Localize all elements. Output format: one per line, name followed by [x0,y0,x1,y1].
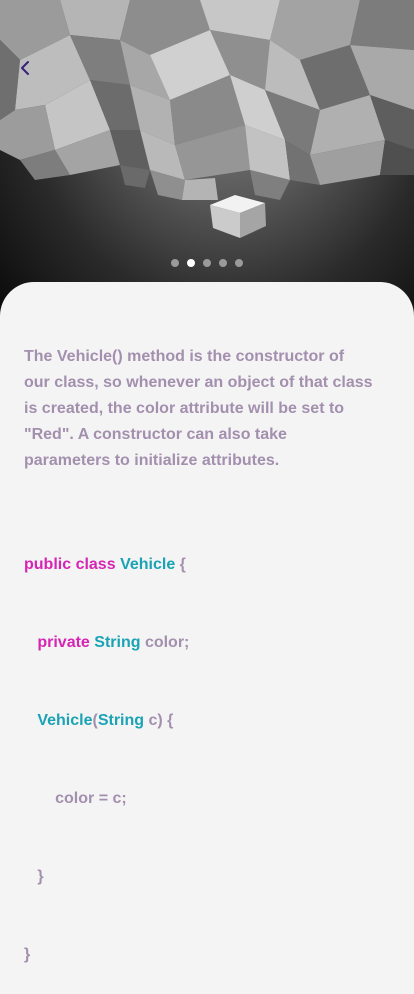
header-image [0,0,414,330]
back-button[interactable] [12,54,38,82]
code-snippet: public class Vehicle { private String co… [24,500,189,994]
carousel-dot-active[interactable] [187,259,195,267]
lesson-description: The Vehicle() method is the constructor … [24,348,373,469]
code-type: String [97,712,145,729]
carousel-dot[interactable] [219,259,227,267]
code-text: color = c; [55,790,127,807]
code-line: color = c; [24,786,189,812]
code-keyword: class [75,556,116,573]
code-line: } [24,942,189,968]
code-line: private String color; [24,630,189,656]
code-text: color; [144,634,190,651]
chevron-left-icon [21,61,29,75]
code-line: Vehicle(String c) { [24,708,189,734]
code-type: String [94,634,141,651]
code-type: Vehicle [37,712,93,729]
carousel-dot[interactable] [235,259,243,267]
code-text: } [24,946,31,963]
code-type: Vehicle [120,556,176,573]
abstract-cubes-image [0,0,414,238]
code-keyword: private [37,634,90,651]
code-text: { [179,556,186,573]
code-keyword: public [24,556,72,573]
carousel-dot[interactable] [171,259,179,267]
carousel-dot[interactable] [203,259,211,267]
code-text: } [37,868,44,885]
code-line: } [24,864,189,890]
code-text: c) { [148,712,174,729]
carousel-pagination [0,259,414,267]
code-line: public class Vehicle { [24,552,189,578]
